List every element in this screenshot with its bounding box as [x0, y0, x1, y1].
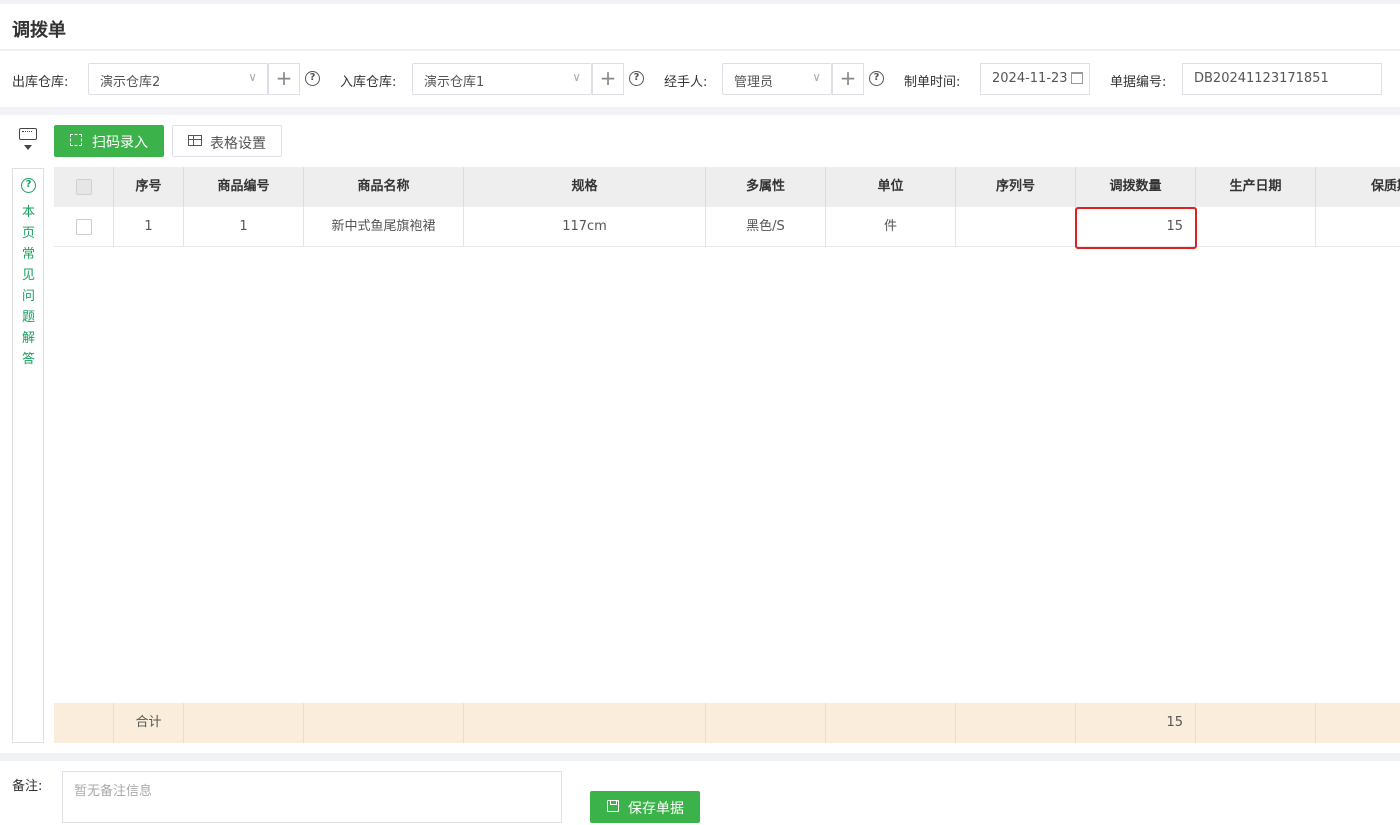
title-bar: 调拨单	[0, 4, 1400, 50]
remarks-textarea[interactable]: 暂无备注信息	[62, 771, 562, 823]
save-icon	[607, 800, 619, 812]
column-header[interactable]: 保质期	[1316, 167, 1400, 207]
cell-unit[interactable]: 件	[826, 207, 956, 247]
quantity-highlight	[1075, 207, 1197, 249]
date-label: 制单时间:	[904, 75, 961, 90]
date-input[interactable]: 2024-11-23	[980, 63, 1090, 95]
footer-cell	[1316, 703, 1400, 743]
main-panel: ? 本页常见问题解答 扫码录入 表格设置 序号 商品编号 商品名称 规格 多属性…	[0, 115, 1400, 753]
footer-cell	[304, 703, 464, 743]
column-header[interactable]: 商品编号	[184, 167, 304, 207]
calendar-icon	[1071, 72, 1083, 84]
remarks-label: 备注:	[12, 779, 43, 794]
column-header[interactable]: 生产日期	[1196, 167, 1316, 207]
column-header[interactable]: 规格	[464, 167, 706, 207]
help-icon[interactable]: ?	[629, 71, 644, 86]
column-header[interactable]: 序列号	[956, 167, 1076, 207]
items-table: 序号 商品编号 商品名称 规格 多属性 单位 序列号 调拨数量 生产日期 保质期…	[54, 167, 1400, 743]
scan-entry-button[interactable]: 扫码录入	[54, 125, 164, 157]
cell-name[interactable]: 新中式鱼尾旗袍裙	[304, 207, 464, 247]
chevron-down-icon: ∨	[248, 70, 257, 84]
scan-icon	[70, 134, 82, 146]
save-button[interactable]: 保存单据	[590, 791, 700, 823]
row-select-cell	[54, 207, 114, 247]
filter-bar: 出库仓库: 演示仓库2 ∨ + ? 入库仓库: 演示仓库1 ∨ + ? 经手人:…	[0, 51, 1400, 107]
out-warehouse-label: 出库仓库:	[12, 75, 69, 90]
footer-cell	[184, 703, 304, 743]
help-icon[interactable]: ?	[305, 71, 320, 86]
handler-select[interactable]: 管理员 ∨	[722, 63, 832, 95]
cell-shelf-life[interactable]	[1316, 207, 1400, 247]
table-settings-label: 表格设置	[210, 136, 266, 152]
remarks-placeholder: 暂无备注信息	[74, 784, 153, 799]
table-footer: 合计 15	[54, 703, 1400, 743]
footer-cell	[706, 703, 826, 743]
help-icon[interactable]: ?	[869, 71, 884, 86]
chevron-down-icon: ∨	[812, 70, 821, 84]
footer-total-label: 合计	[114, 703, 184, 743]
question-icon: ?	[21, 178, 36, 193]
footer-cell	[464, 703, 706, 743]
add-handler-button[interactable]: +	[832, 63, 864, 95]
cell-code[interactable]: 1	[184, 207, 304, 247]
handler-value: 管理员	[734, 75, 774, 90]
footer-cell	[956, 703, 1076, 743]
select-all-cell	[54, 167, 114, 207]
out-warehouse-select[interactable]: 演示仓库2 ∨	[88, 63, 268, 95]
in-warehouse-value: 演示仓库1	[424, 75, 485, 90]
faq-label: 本页常见问题解答	[22, 205, 36, 367]
cell-attrs[interactable]: 黑色/S	[706, 207, 826, 247]
column-header[interactable]: 单位	[826, 167, 956, 207]
table-settings-button[interactable]: 表格设置	[172, 125, 282, 157]
save-label: 保存单据	[628, 801, 684, 817]
in-warehouse-select[interactable]: 演示仓库1 ∨	[412, 63, 592, 95]
docno-value: DB20241123171851	[1194, 71, 1329, 86]
in-warehouse-label: 入库仓库:	[340, 75, 397, 90]
faq-sidebar[interactable]: ? 本页常见问题解答	[12, 168, 44, 743]
scan-entry-label: 扫码录入	[92, 135, 148, 151]
cell-production-date[interactable]	[1196, 207, 1316, 247]
select-all-checkbox[interactable]	[75, 178, 92, 195]
table-icon	[188, 135, 202, 146]
column-header[interactable]: 序号	[114, 167, 184, 207]
cell-index: 1	[114, 207, 184, 247]
page-title: 调拨单	[12, 20, 66, 41]
date-value: 2024-11-23	[992, 71, 1068, 86]
column-header[interactable]: 调拨数量	[1076, 167, 1196, 207]
column-header[interactable]: 多属性	[706, 167, 826, 207]
footer-cell	[826, 703, 956, 743]
handler-label: 经手人:	[664, 75, 708, 90]
column-header[interactable]: 商品名称	[304, 167, 464, 207]
add-in-warehouse-button[interactable]: +	[592, 63, 624, 95]
footer-cell	[1196, 703, 1316, 743]
footer-quantity-total: 15	[1076, 703, 1196, 743]
cell-spec[interactable]: 117cm	[464, 207, 706, 247]
keyboard-icon[interactable]	[19, 128, 37, 140]
cell-serial[interactable]	[956, 207, 1076, 247]
table-row[interactable]: 1 1 新中式鱼尾旗袍裙 117cm 黑色/S 件 15	[54, 207, 1400, 247]
bottom-panel: 备注: 暂无备注信息 保存单据	[0, 761, 1400, 825]
row-checkbox[interactable]	[75, 218, 92, 235]
chevron-down-icon: ∨	[572, 70, 581, 84]
out-warehouse-value: 演示仓库2	[100, 75, 161, 90]
footer-cell	[54, 703, 114, 743]
table-body	[54, 167, 1400, 743]
table-header: 序号 商品编号 商品名称 规格 多属性 单位 序列号 调拨数量 生产日期 保质期	[54, 167, 1400, 207]
add-out-warehouse-button[interactable]: +	[268, 63, 300, 95]
caret-down-icon[interactable]	[24, 145, 32, 150]
docno-input[interactable]: DB20241123171851	[1182, 63, 1382, 95]
docno-label: 单据编号:	[1110, 75, 1167, 90]
